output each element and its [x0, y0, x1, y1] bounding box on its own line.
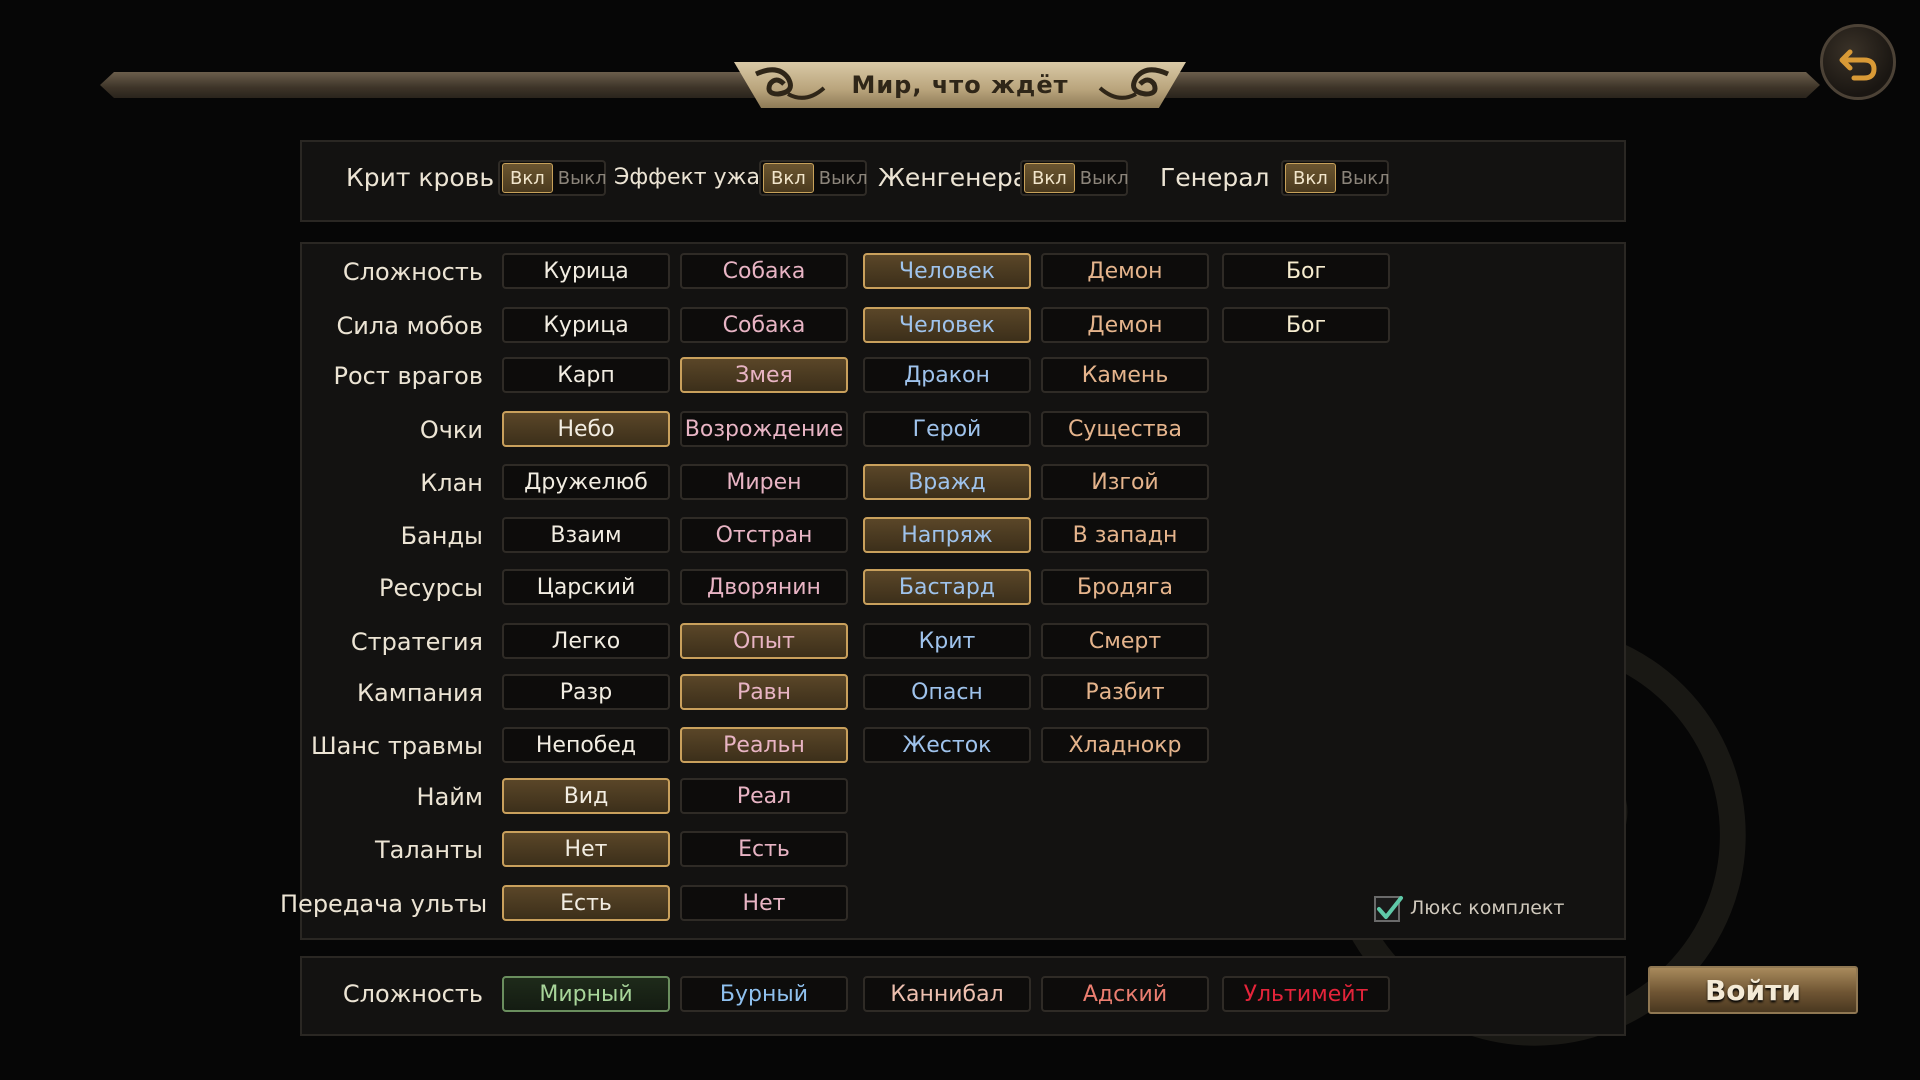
- setting-label: Стратегия: [350, 628, 483, 656]
- setting-option-button[interactable]: Курица: [502, 253, 670, 289]
- toggle-general[interactable]: Вкл Выкл: [1281, 160, 1390, 196]
- setting-option-button[interactable]: Опасн: [863, 674, 1031, 710]
- setting-option-button[interactable]: Камень: [1041, 357, 1209, 393]
- setting-option-button[interactable]: Есть: [680, 831, 848, 867]
- setting-label: Клан: [420, 469, 483, 497]
- setting-option-button[interactable]: Разбит: [1041, 674, 1209, 710]
- setting-option-button[interactable]: Вражд: [863, 464, 1031, 500]
- toggle-fear-effect[interactable]: Вкл Выкл: [759, 160, 868, 196]
- setting-option-button[interactable]: Реал: [680, 778, 848, 814]
- setting-option-button[interactable]: Бог: [1222, 253, 1390, 289]
- toggle-on-option[interactable]: Вкл: [763, 163, 814, 193]
- toggle-label-crit-blood: Крит кровь: [346, 163, 495, 192]
- setting-label: Найм: [416, 783, 483, 811]
- setting-option-button[interactable]: Дракон: [863, 357, 1031, 393]
- setting-option-button[interactable]: Собака: [680, 253, 848, 289]
- setting-option-button[interactable]: Взаим: [502, 517, 670, 553]
- setting-option-button[interactable]: Бог: [1222, 307, 1390, 343]
- page-title: Мир, что ждёт: [851, 71, 1069, 99]
- setting-label: Банды: [400, 522, 483, 550]
- setting-option-button[interactable]: Нет: [502, 831, 670, 867]
- toggle-off-option[interactable]: Выкл: [814, 168, 868, 189]
- setting-option-button[interactable]: Непобед: [502, 727, 670, 763]
- toggle-off-option[interactable]: Выкл: [553, 168, 607, 189]
- toggle-female-general[interactable]: Вкл Выкл: [1020, 160, 1129, 196]
- undo-arrow-icon: [1839, 49, 1877, 81]
- setting-option-button[interactable]: Собака: [680, 307, 848, 343]
- checkmark-icon: [1377, 896, 1403, 919]
- setting-option-button[interactable]: Нет: [680, 885, 848, 921]
- setting-label: Кампания: [357, 679, 483, 707]
- toggle-on-option[interactable]: Вкл: [502, 163, 553, 193]
- final-difficulty-label: Сложность: [342, 980, 483, 1008]
- difficulty-option-button[interactable]: Каннибал: [863, 976, 1031, 1012]
- setting-option-button[interactable]: Курица: [502, 307, 670, 343]
- setting-option-button[interactable]: Бастард: [863, 569, 1031, 605]
- setting-option-button[interactable]: Человек: [863, 307, 1031, 343]
- deluxe-label: Люкс комплект: [1410, 897, 1565, 919]
- setting-option-button[interactable]: Дворянин: [680, 569, 848, 605]
- back-button[interactable]: [1820, 24, 1896, 100]
- setting-option-button[interactable]: В западн: [1041, 517, 1209, 553]
- difficulty-option-button[interactable]: Мирный: [502, 976, 670, 1012]
- setting-option-button[interactable]: Есть: [502, 885, 670, 921]
- deluxe-checkbox[interactable]: [1374, 896, 1403, 922]
- difficulty-option-button[interactable]: Адский: [1041, 976, 1209, 1012]
- setting-option-button[interactable]: Равн: [680, 674, 848, 710]
- setting-option-button[interactable]: Опыт: [680, 623, 848, 659]
- toggle-off-option[interactable]: Выкл: [1075, 168, 1129, 189]
- setting-option-button[interactable]: Мирен: [680, 464, 848, 500]
- toggle-crit-blood[interactable]: Вкл Выкл: [498, 160, 607, 196]
- setting-option-button[interactable]: Напряж: [863, 517, 1031, 553]
- toggle-off-option[interactable]: Выкл: [1336, 168, 1390, 189]
- setting-option-button[interactable]: Небо: [502, 411, 670, 447]
- difficulty-option-button[interactable]: Бурный: [680, 976, 848, 1012]
- setting-option-button[interactable]: Человек: [863, 253, 1031, 289]
- setting-option-button[interactable]: Царский: [502, 569, 670, 605]
- setting-option-button[interactable]: Легко: [502, 623, 670, 659]
- setting-option-button[interactable]: Крит: [863, 623, 1031, 659]
- setting-option-button[interactable]: Существа: [1041, 411, 1209, 447]
- enter-button[interactable]: Войти: [1648, 966, 1858, 1014]
- setting-option-button[interactable]: Демон: [1041, 307, 1209, 343]
- setting-option-button[interactable]: Дружелюб: [502, 464, 670, 500]
- setting-option-button[interactable]: Бродяга: [1041, 569, 1209, 605]
- setting-option-button[interactable]: Реальн: [680, 727, 848, 763]
- setting-label: Очки: [419, 416, 483, 444]
- setting-option-button[interactable]: Возрождение: [680, 411, 848, 447]
- setting-option-button[interactable]: Демон: [1041, 253, 1209, 289]
- setting-label: Таланты: [374, 836, 483, 864]
- setting-option-button[interactable]: Разр: [502, 674, 670, 710]
- setting-option-button[interactable]: Герой: [863, 411, 1031, 447]
- setting-label: Сила мобов: [336, 312, 483, 340]
- difficulty-option-button[interactable]: Ультимейт: [1222, 976, 1390, 1012]
- setting-label: Рост врагов: [333, 362, 483, 390]
- toggle-label-general: Генерал: [1160, 163, 1270, 192]
- setting-option-button[interactable]: Жесток: [863, 727, 1031, 763]
- setting-label: Ресурсы: [378, 574, 483, 602]
- setting-option-button[interactable]: Изгой: [1041, 464, 1209, 500]
- toggle-on-option[interactable]: Вкл: [1024, 163, 1075, 193]
- setting-option-button[interactable]: Карп: [502, 357, 670, 393]
- setting-label: Сложность: [342, 258, 483, 286]
- setting-option-button[interactable]: Вид: [502, 778, 670, 814]
- setting-label: Шанс травмы: [310, 732, 483, 760]
- setting-label: Передача ульты: [280, 890, 488, 918]
- setting-option-button[interactable]: Хладнокр: [1041, 727, 1209, 763]
- setting-option-button[interactable]: Змея: [680, 357, 848, 393]
- setting-option-button[interactable]: Смерт: [1041, 623, 1209, 659]
- toggle-on-option[interactable]: Вкл: [1285, 163, 1336, 193]
- setting-option-button[interactable]: Отстран: [680, 517, 848, 553]
